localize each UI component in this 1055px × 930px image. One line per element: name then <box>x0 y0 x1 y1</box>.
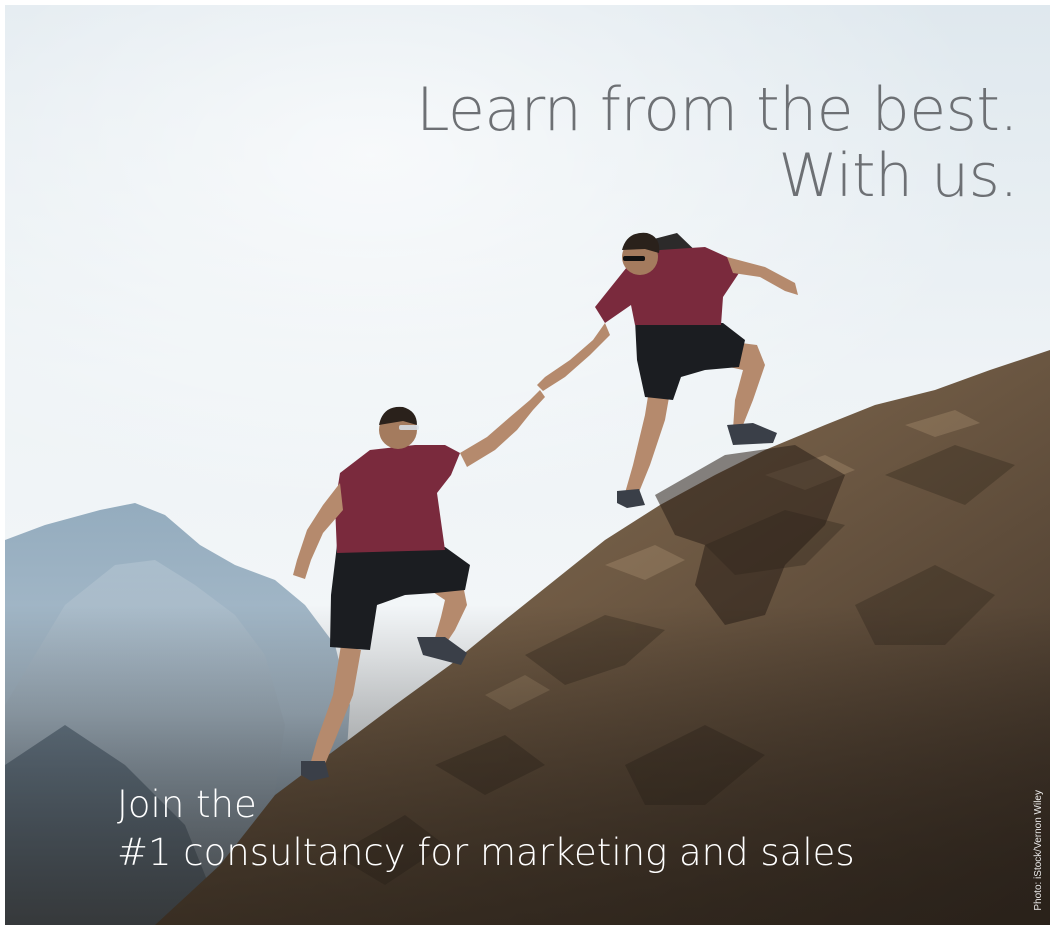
headline-line-1: Learn from the best. <box>416 75 1018 145</box>
photo-frame: Learn from the best. With us. Join the #… <box>5 5 1050 925</box>
tagline-line-2: #1 consultancy for marketing and sales <box>117 831 855 874</box>
headline-line-2: With us. <box>778 141 1018 211</box>
photo-credit: Photo: iStock/Vernon Wiley <box>1033 790 1044 911</box>
tagline: Join the #1 consultancy for marketing an… <box>117 781 855 877</box>
advertisement-banner: Learn from the best. With us. Join the #… <box>0 0 1055 930</box>
tagline-line-1: Join the <box>117 783 257 826</box>
headline: Learn from the best. With us. <box>416 77 1018 209</box>
